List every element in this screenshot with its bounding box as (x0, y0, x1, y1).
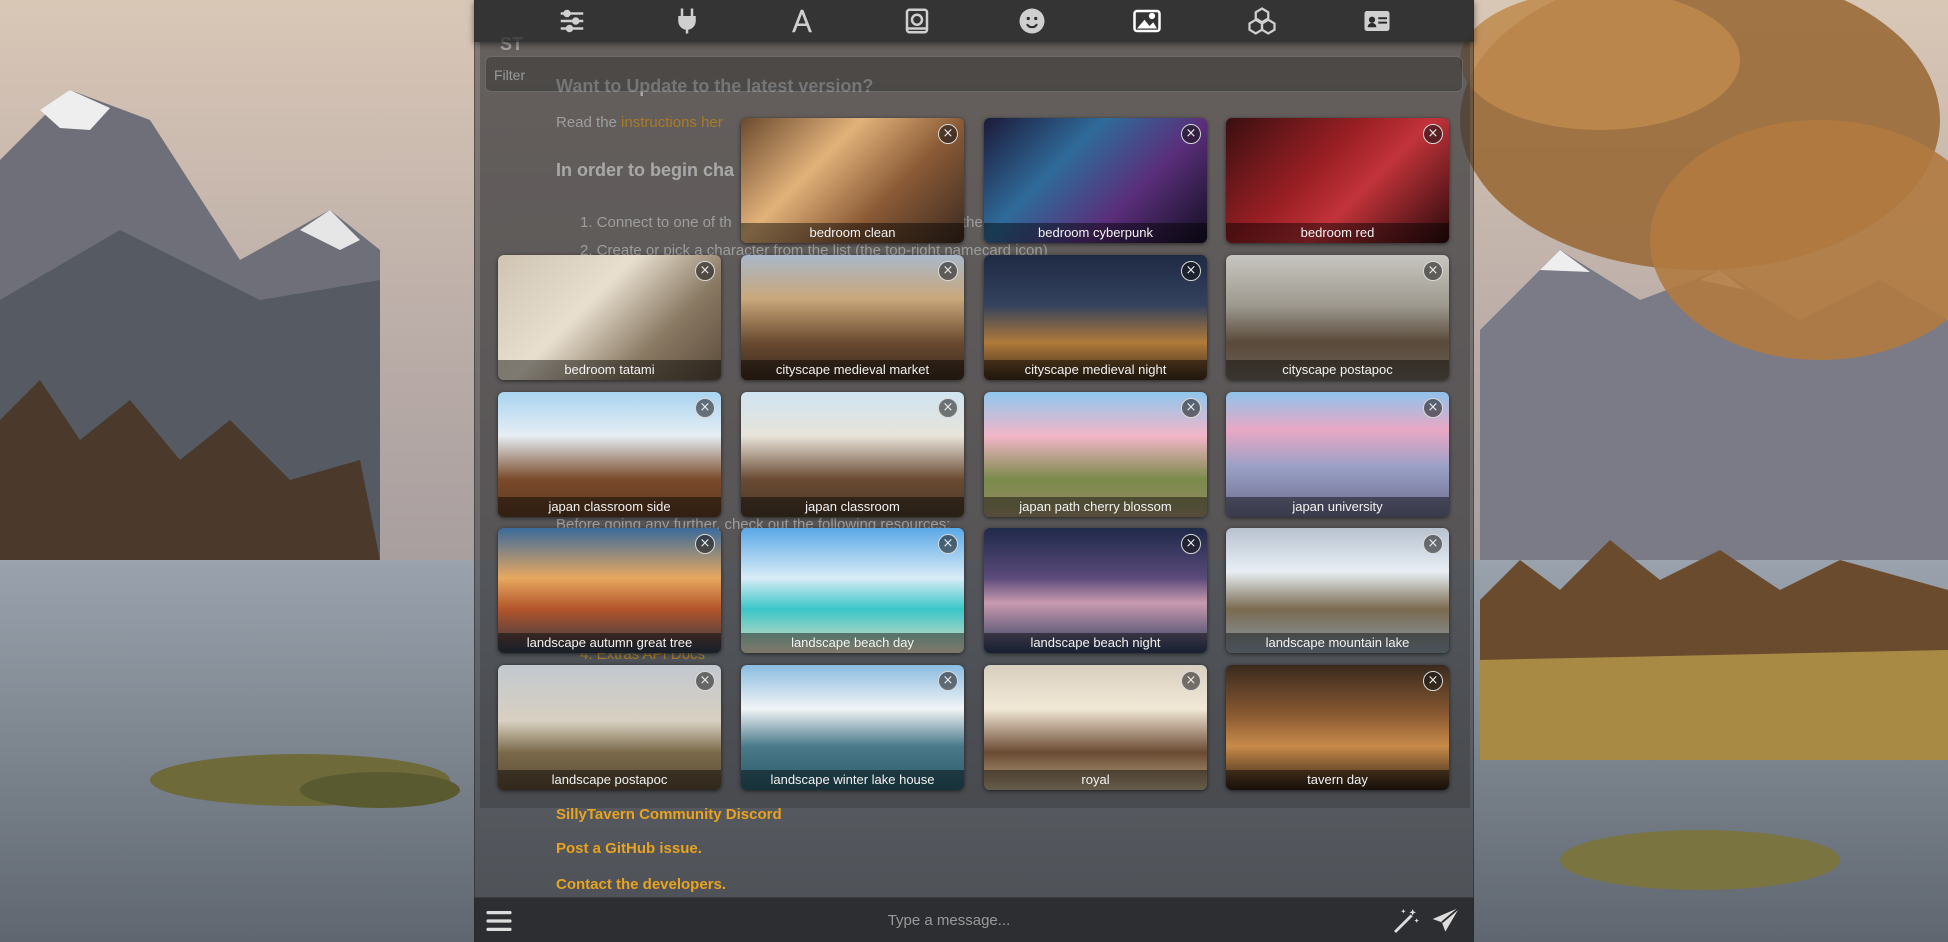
background-thumbnail-label: japan classroom side (498, 497, 721, 517)
cubes-icon[interactable] (1240, 2, 1284, 40)
close-icon[interactable]: × (1181, 671, 1201, 691)
plug-icon[interactable] (665, 2, 709, 40)
background-thumbnail[interactable]: × cityscape postapoc (1226, 255, 1449, 380)
background-thumbnail[interactable]: × landscape postapoc (498, 665, 721, 790)
background-thumbnail-label: cityscape medieval night (984, 360, 1207, 380)
close-icon[interactable]: × (938, 261, 958, 281)
sliders-icon[interactable] (550, 2, 594, 40)
background-thumbnail-label: cityscape postapoc (1226, 360, 1449, 380)
background-thumbnail-label: landscape beach night (984, 633, 1207, 653)
close-icon[interactable]: × (1181, 261, 1201, 281)
background-thumbnail-label: japan path cherry blossom (984, 497, 1207, 517)
close-icon[interactable]: × (938, 124, 958, 144)
background-thumbnail[interactable]: × landscape beach night (984, 528, 1207, 653)
contact-developers-link[interactable]: Contact the developers. (556, 876, 726, 893)
book-atlas-icon[interactable] (895, 2, 939, 40)
background-thumbnail-label: landscape beach day (741, 633, 964, 653)
close-icon[interactable]: × (1423, 534, 1443, 554)
background-thumbnail[interactable]: × bedroom tatami (498, 255, 721, 380)
close-icon[interactable]: × (1181, 534, 1201, 554)
background-thumbnail[interactable]: × landscape beach day (741, 528, 964, 653)
background-thumbnail-label: bedroom tatami (498, 360, 721, 380)
close-icon[interactable]: × (695, 398, 715, 418)
background-thumbnail-label: bedroom red (1226, 223, 1449, 243)
address-card-icon[interactable] (1355, 2, 1399, 40)
background-thumbnail[interactable]: × landscape winter lake house (741, 665, 964, 790)
close-icon[interactable]: × (695, 534, 715, 554)
background-thumbnail-label: bedroom clean (741, 223, 964, 243)
background-thumbnail-label: japan classroom (741, 497, 964, 517)
github-issue-link[interactable]: Post a GitHub issue. (556, 840, 702, 857)
close-icon[interactable]: × (1423, 261, 1443, 281)
background-thumbnail[interactable]: × tavern day (1226, 665, 1449, 790)
background-thumbnail-label: royal (984, 770, 1207, 790)
background-thumbnail[interactable]: × japan classroom side (498, 392, 721, 517)
background-filter-input[interactable]: Filter (485, 56, 1463, 92)
background-thumbnail-label: bedroom cyberpunk (984, 223, 1207, 243)
community-discord-link[interactable]: SillyTavern Community Discord (556, 806, 782, 823)
background-thumbnail-label: japan university (1226, 497, 1449, 517)
background-thumbnail[interactable]: × bedroom clean (741, 118, 964, 243)
background-thumbnail[interactable]: × cityscape medieval night (984, 255, 1207, 380)
background-thumbnail[interactable]: × landscape autumn great tree (498, 528, 721, 653)
close-icon[interactable]: × (1423, 671, 1443, 691)
close-icon[interactable]: × (1181, 398, 1201, 418)
face-smile-icon[interactable] (1010, 2, 1054, 40)
message-input[interactable] (534, 904, 1364, 936)
background-thumbnail[interactable]: × royal (984, 665, 1207, 790)
close-icon[interactable]: × (938, 671, 958, 691)
background-thumbnail[interactable]: × bedroom red (1226, 118, 1449, 243)
close-icon[interactable]: × (695, 261, 715, 281)
close-icon[interactable]: × (1423, 398, 1443, 418)
background-thumbnail-label: landscape postapoc (498, 770, 721, 790)
background-thumbnail[interactable]: × japan university (1226, 392, 1449, 517)
close-icon[interactable]: × (1423, 124, 1443, 144)
background-thumbnail-label: tavern day (1226, 770, 1449, 790)
background-thumbnail[interactable]: × bedroom cyberpunk (984, 118, 1207, 243)
font-icon[interactable] (780, 2, 824, 40)
bars-icon[interactable] (484, 906, 516, 936)
background-thumbnail[interactable]: × japan path cherry blossom (984, 392, 1207, 517)
close-icon[interactable]: × (695, 671, 715, 691)
wand-magic-sparkles-icon[interactable] (1390, 905, 1422, 937)
background-thumbnail-label: landscape winter lake house (741, 770, 964, 790)
paper-plane-icon[interactable] (1430, 905, 1464, 937)
panorama-icon[interactable] (1125, 2, 1169, 40)
background-thumbnail[interactable]: × japan classroom (741, 392, 964, 517)
background-thumbnail[interactable]: × landscape mountain lake (1226, 528, 1449, 653)
close-icon[interactable]: × (938, 534, 958, 554)
top-settings-bar (474, 0, 1474, 42)
background-thumbnail[interactable]: × cityscape medieval market (741, 255, 964, 380)
send-form (474, 897, 1474, 942)
background-thumbnail-label: landscape autumn great tree (498, 633, 721, 653)
close-icon[interactable]: × (938, 398, 958, 418)
background-thumbnail-label: landscape mountain lake (1226, 633, 1449, 653)
background-thumbnail-label: cityscape medieval market (741, 360, 964, 380)
close-icon[interactable]: × (1181, 124, 1201, 144)
